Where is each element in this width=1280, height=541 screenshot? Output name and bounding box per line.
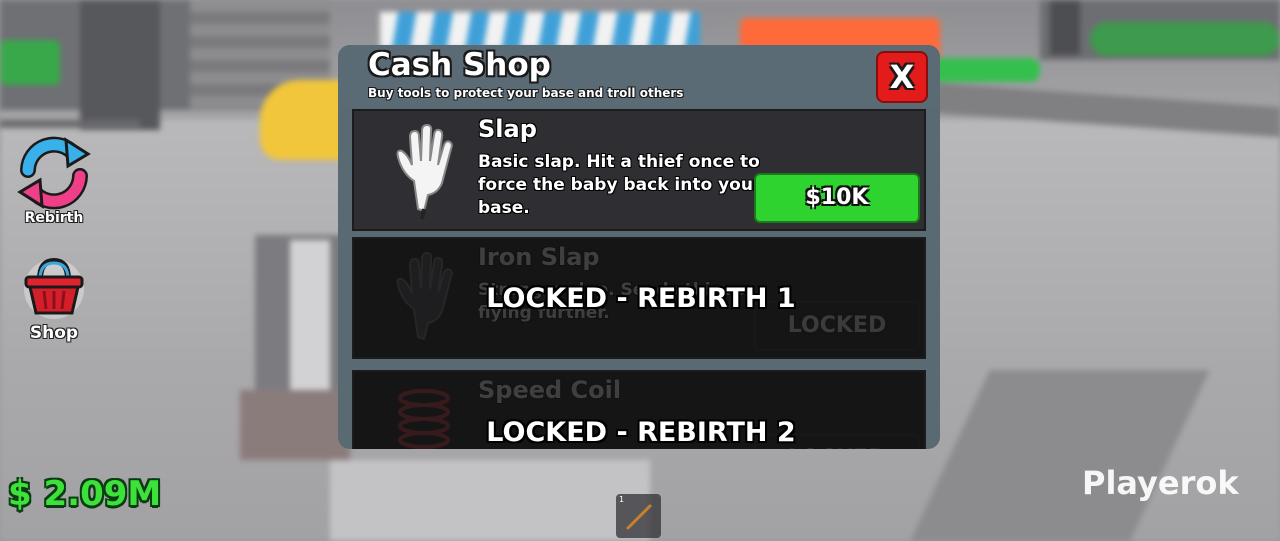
modal-title: Cash Shop <box>368 47 551 83</box>
rebirth-label: Rebirth <box>24 210 84 226</box>
shop-item-speed-coil: Speed Coil LOCKED LOCKED - REBIRTH 2 <box>352 370 926 449</box>
item-description: Basic slap. Hit a thief once to force th… <box>478 152 762 218</box>
shop-label: Shop <box>29 323 79 343</box>
item-name: Iron Slap <box>478 243 600 271</box>
shop-item-iron-slap: Iron Slap Stronger slap. Sends thieves f… <box>352 237 926 359</box>
glove-icon <box>396 123 453 220</box>
lock-overlay-text: LOCKED - REBIRTH 2 <box>486 417 796 448</box>
item-name: Speed Coil <box>478 376 622 404</box>
shop-basket-icon <box>24 257 84 319</box>
cash-shop-modal: Cash Shop Buy tools to protect your base… <box>338 45 940 449</box>
close-button[interactable]: X <box>876 51 928 103</box>
buy-button-label: $10K <box>805 185 869 210</box>
rebirth-icon <box>17 136 91 210</box>
hotbar-slot-1[interactable]: 1 <box>616 494 661 538</box>
watermark: Playerok <box>1082 464 1239 502</box>
shop-button[interactable]: Shop <box>14 255 94 343</box>
lock-overlay-text: LOCKED - REBIRTH 1 <box>486 283 796 314</box>
cash-balance: $ 2.09M <box>8 474 162 514</box>
buy-button[interactable]: $10K <box>754 173 920 223</box>
stick-icon <box>626 504 652 530</box>
modal-header: Cash Shop Buy tools to protect your base… <box>338 45 940 107</box>
shop-item-slap: Slap Basic slap. Hit a thief once to for… <box>352 109 926 231</box>
modal-subtitle: Buy tools to protect your base and troll… <box>368 86 684 100</box>
rebirth-button[interactable]: Rebirth <box>14 132 94 226</box>
close-icon: X <box>889 58 915 96</box>
shop-item-list[interactable]: Slap Basic slap. Hit a thief once to for… <box>352 109 926 449</box>
item-name: Slap <box>478 115 537 143</box>
